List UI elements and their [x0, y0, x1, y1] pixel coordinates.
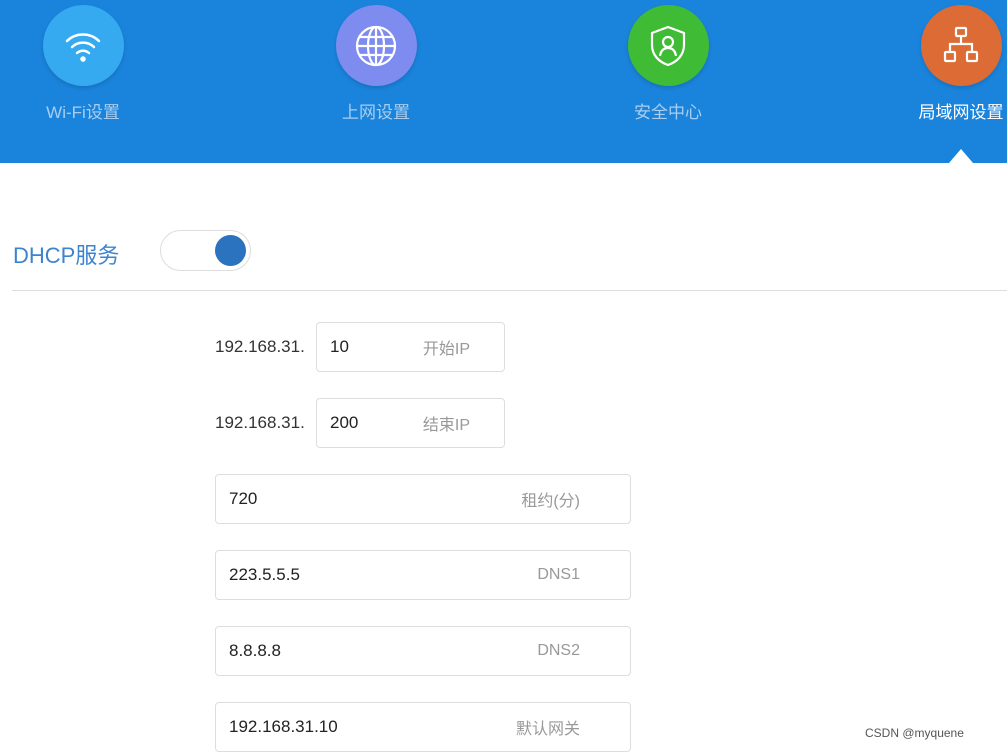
- nav-internet-settings[interactable]: 上网设置: [316, 5, 436, 123]
- start-ip-input[interactable]: 10 开始IP: [316, 322, 505, 372]
- input-value: 192.168.31.10: [229, 717, 338, 736]
- ip-prefix: 192.168.31.: [215, 337, 305, 356]
- gateway-row: 192.168.31.10 默认网关: [215, 702, 631, 752]
- dns1-row: 223.5.5.5 DNS1: [215, 550, 631, 600]
- end-ip-row: 192.168.31. 200 结束IP: [215, 398, 505, 448]
- input-value: 223.5.5.5: [229, 565, 300, 584]
- input-hint: 开始IP: [422, 341, 470, 358]
- input-hint: 结束IP: [422, 417, 470, 434]
- dns2-row: 8.8.8.8 DNS2: [215, 626, 631, 676]
- dns1-input[interactable]: 223.5.5.5 DNS1: [215, 550, 631, 600]
- divider: [12, 290, 1007, 291]
- nav-security-center[interactable]: 安全中心: [608, 5, 728, 123]
- input-value: 10: [330, 337, 349, 356]
- input-value: 8.8.8.8: [229, 641, 281, 660]
- input-value: 200: [330, 413, 359, 432]
- nav-label: Wi-Fi设置: [46, 103, 120, 122]
- input-hint: DNS1: [537, 566, 580, 583]
- lease-input[interactable]: 720 租约(分): [215, 474, 631, 524]
- gateway-input[interactable]: 192.168.31.10 默认网关: [215, 702, 631, 752]
- shield-user-icon: [627, 5, 709, 86]
- start-ip-row: 192.168.31. 10 开始IP: [215, 322, 505, 372]
- globe-icon: [335, 5, 417, 86]
- toggle-knob: [215, 235, 246, 266]
- wifi-icon: [42, 5, 124, 86]
- lease-row: 720 租约(分): [215, 474, 631, 524]
- top-nav-bar: Wi-Fi设置 上网设置 安全中心 局域网设置: [0, 0, 1007, 163]
- input-hint: 租约(分): [521, 493, 580, 510]
- nav-wifi-settings[interactable]: Wi-Fi设置: [23, 5, 143, 123]
- active-tab-pointer: [949, 149, 973, 163]
- dns2-input[interactable]: 8.8.8.8 DNS2: [215, 626, 631, 676]
- network-icon: [920, 5, 1002, 86]
- dhcp-toggle[interactable]: [160, 230, 251, 271]
- input-hint: 默认网关: [515, 721, 580, 738]
- nav-label: 局域网设置: [918, 103, 1004, 122]
- watermark: CSDN @myquene: [865, 726, 964, 740]
- ip-prefix: 192.168.31.: [215, 413, 305, 432]
- nav-label: 安全中心: [634, 103, 702, 122]
- nav-lan-settings[interactable]: 局域网设置: [901, 5, 1007, 123]
- nav-label: 上网设置: [342, 103, 410, 122]
- input-hint: DNS2: [537, 642, 580, 659]
- end-ip-input[interactable]: 200 结束IP: [316, 398, 505, 448]
- input-value: 720: [229, 489, 258, 508]
- dhcp-service-label: DHCP服务: [13, 243, 120, 268]
